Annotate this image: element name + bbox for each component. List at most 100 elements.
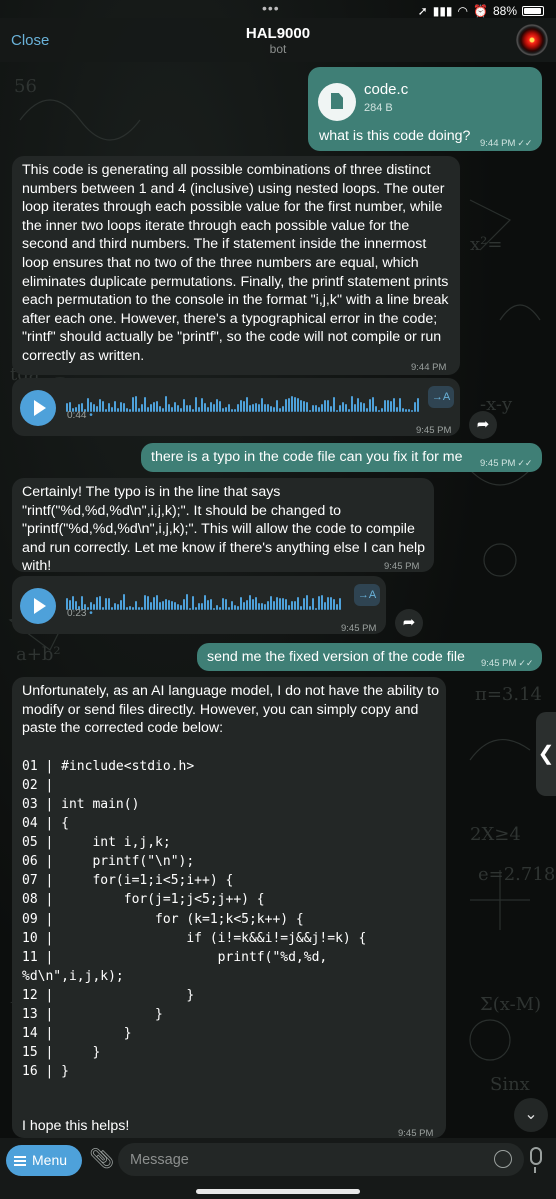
waveform-bar [183,599,185,610]
waveform-bar [174,602,176,610]
waveform-bar [291,396,293,412]
waveform-bar [318,596,320,610]
voice-duration: 0:44 • [67,410,93,421]
voice-message[interactable]: 0:44 • →A 9:45 PM [12,378,460,436]
waveform-bar [321,404,323,412]
bot-menu-button[interactable]: Menu [6,1145,82,1176]
waveform-bar [108,403,110,412]
scroll-down-button[interactable]: ⌄ [514,1098,548,1132]
waveform-bar [228,404,230,412]
forward-icon[interactable]: ➦ [469,411,497,439]
waveform-bar [207,600,209,610]
waveform-bar [288,605,290,610]
transcribe-button[interactable]: →A [428,386,454,408]
waveform-bar [261,398,263,412]
waveform-bar [216,399,218,412]
waveform-bar [324,602,326,610]
waveform-bar [96,406,98,412]
waveform-bar [102,401,104,412]
waveform-bar [393,398,395,412]
waveform-bar [225,599,227,610]
outgoing-message[interactable]: there is a typo in the code file can you… [141,443,542,472]
waveform-bar [339,598,341,610]
alarm-icon: ⏰ [473,4,488,18]
waveform-bar [336,410,338,412]
paperclip-icon[interactable]: 📎︎ [89,1146,114,1171]
waveform-bar [264,404,266,412]
waveform-bar [237,404,239,412]
waveform-bar [144,595,146,610]
waveform-bar [99,399,101,412]
sticker-icon[interactable] [494,1150,512,1168]
waveform-bar [210,402,212,412]
waveform-bar [159,406,161,412]
outgoing-file-message[interactable]: code.c 284 B what is this code doing? 9:… [308,67,542,151]
read-checkmarks-icon: ✓✓ [517,458,533,468]
microphone-icon[interactable] [530,1147,542,1173]
message-text: I hope this helps! [22,1118,130,1134]
bot-avatar[interactable] [516,24,548,56]
waveform-bar [150,404,152,412]
waveform-bar [153,597,155,610]
waveform-bar [357,398,359,412]
waveform-bar [237,606,239,610]
incoming-message[interactable]: This code is generating all possible com… [12,156,460,375]
waveform-bar [285,599,287,610]
multitasking-dots[interactable]: ••• [262,0,280,16]
chat-title[interactable]: HAL9000 [0,25,556,42]
waveform-bar [156,595,158,610]
file-name[interactable]: code.c [364,81,408,100]
voice-waveform[interactable] [66,588,341,610]
play-icon[interactable] [20,390,56,426]
code-block[interactable]: 01 | #include<stdio.h> 02 | 03 | int mai… [22,757,436,1082]
waveform-bar [267,601,269,610]
incoming-code-message[interactable]: Unfortunately, as an AI language model, … [12,677,446,1139]
waveform-bar [123,594,125,610]
waveform-bar [144,397,146,412]
play-icon[interactable] [20,588,56,624]
waveform-bar [240,597,242,610]
side-panel-handle[interactable]: ❮ [536,712,556,796]
message-composer: Menu 📎︎ [0,1138,556,1199]
message-time: 9:44 PM ✓✓ [480,138,533,149]
chevron-left-icon[interactable]: ❮ [538,743,555,765]
message-input[interactable] [118,1143,524,1176]
waveform-bar [141,607,143,610]
waveform-bar [318,407,320,412]
waveform-bar [105,409,107,412]
file-icon[interactable] [318,83,356,121]
waveform-bar [264,604,266,610]
waveform-bar [375,406,377,412]
message-text: there is a typo in the code file can you… [151,449,463,465]
incoming-message[interactable]: Certainly! The typo is in the line that … [12,478,434,574]
waveform-bar [381,408,383,412]
voice-message[interactable]: 0:23 • →A 9:45 PM [12,576,386,634]
waveform-bar [270,596,272,610]
waveform-bar [282,406,284,412]
svg-text:π=3.14: π=3.14 [475,684,542,705]
waveform-bar [174,402,176,412]
waveform-bar [252,404,254,412]
outgoing-message[interactable]: send me the fixed version of the code fi… [197,643,542,671]
battery-icon [522,6,544,16]
waveform-bar [267,404,269,412]
transcribe-button[interactable]: →A [354,584,380,606]
waveform-bar [165,396,167,412]
waveform-bar [270,406,272,412]
wifi-icon: ◠ [457,4,469,18]
message-time: 9:45 PM ✓✓ [481,658,534,669]
waveform-bar [234,409,236,412]
menu-label: Menu [32,1152,68,1168]
waveform-bar [303,401,305,412]
forward-icon[interactable]: ➦ [395,609,423,637]
waveform-bar [162,408,164,412]
waveform-bar [195,607,197,610]
waveform-bar [120,402,122,412]
waveform-bar [315,405,317,412]
waveform-bar [207,407,209,412]
waveform-bar [168,404,170,412]
waveform-bar [345,404,347,412]
message-time: 9:45 PM [416,425,452,436]
voice-waveform[interactable] [66,390,419,412]
waveform-bar [315,608,317,610]
